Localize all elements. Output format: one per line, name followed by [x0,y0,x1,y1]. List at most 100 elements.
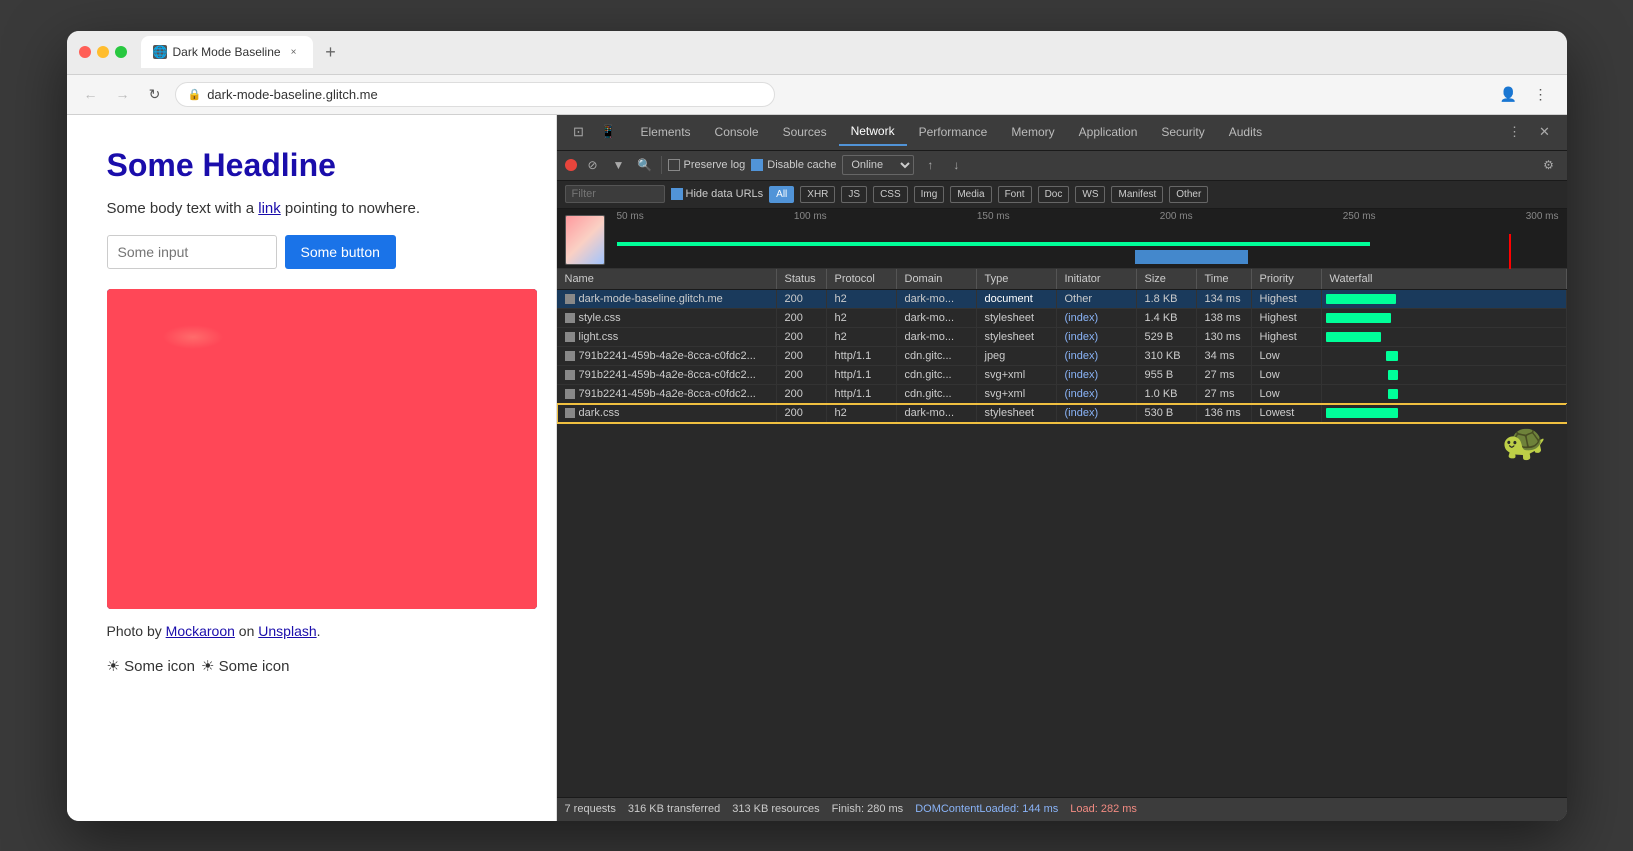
table-header: Name Status Protocol Domain Type Initiat… [557,269,1567,290]
devtools-tab-actions: ⋮ ✕ [1501,118,1559,146]
td-initiator: Other [1057,290,1137,308]
filter-doc[interactable]: Doc [1038,186,1070,203]
td-priority: Lowest [1252,404,1322,422]
preserve-log-checkbox[interactable] [668,159,680,171]
toolbar-divider-1 [661,156,662,174]
devtools-cursor-icon[interactable]: ⊡ [565,118,593,146]
td-initiator[interactable]: (index) [1057,366,1137,384]
td-initiator[interactable]: (index) [1057,328,1137,346]
status-finish: Finish: 280 ms [832,803,904,815]
page-icons: ☀ Some icon ☀ Some icon [107,657,516,675]
tab-bar: 🌐 Dark Mode Baseline × + [141,36,1555,68]
webpage: Some Headline Some body text with a link… [67,115,557,821]
table-row[interactable]: style.css 200 h2 dark-mo... stylesheet (… [557,309,1567,328]
page-button[interactable]: Some button [285,235,396,269]
menu-icon[interactable]: ⋮ [1527,80,1555,108]
time-200: 200 ms [1160,211,1193,227]
caption-link-mockaroon[interactable]: Mockaroon [166,623,235,639]
disable-cache-label[interactable]: Disable cache [751,159,836,171]
tab-sources[interactable]: Sources [771,119,839,145]
hide-data-urls-checkbox[interactable] [671,188,683,200]
devtools-panel: ⊡ 📱 Elements Console Sources Network Per… [557,115,1567,821]
status-load: Load: 282 ms [1070,803,1137,815]
timeline-green-bar [617,242,1371,246]
tab-memory[interactable]: Memory [999,119,1066,145]
table-row[interactable]: 791b2241-459b-4a2e-8cca-c0fdc2... 200 ht… [557,366,1567,385]
table-row[interactable]: 791b2241-459b-4a2e-8cca-c0fdc2... 200 ht… [557,347,1567,366]
back-button[interactable]: ← [79,82,103,106]
caption-link-unsplash[interactable]: Unsplash [258,623,316,639]
tab-elements[interactable]: Elements [629,119,703,145]
td-protocol: h2 [827,290,897,308]
filter-xhr[interactable]: XHR [800,186,835,203]
devtools-close-icon[interactable]: ✕ [1531,118,1559,146]
td-size: 1.0 KB [1137,385,1197,403]
td-initiator[interactable]: (index) [1057,347,1137,365]
tab-console[interactable]: Console [703,119,771,145]
settings-icon[interactable]: ⚙ [1539,155,1559,175]
body-link[interactable]: link [258,200,281,217]
filter-font[interactable]: Font [998,186,1032,203]
tab-performance[interactable]: Performance [907,119,1000,145]
caption-pre: Photo by [107,623,166,639]
td-initiator[interactable]: (index) [1057,309,1137,327]
upload-icon[interactable]: ↑ [920,155,940,175]
forward-button[interactable]: → [111,82,135,106]
filter-input[interactable] [565,185,665,203]
page-input[interactable] [107,235,277,269]
filter-img[interactable]: Img [914,186,945,203]
devtools-mobile-icon[interactable]: 📱 [595,118,623,146]
table-row[interactable]: dark-mode-baseline.glitch.me 200 h2 dark… [557,290,1567,309]
filter-js[interactable]: JS [841,186,867,203]
tab-network[interactable]: Network [839,118,907,146]
devtools-more-icon[interactable]: ⋮ [1501,118,1529,146]
profile-icon[interactable]: 👤 [1495,80,1523,108]
time-300: 300 ms [1526,211,1559,227]
td-time: 27 ms [1197,385,1252,403]
tab-application[interactable]: Application [1067,119,1150,145]
td-domain: cdn.gitc... [897,347,977,365]
td-status: 200 [777,290,827,308]
new-tab-button[interactable]: + [317,38,345,66]
close-button[interactable] [79,46,91,58]
hide-data-urls-label[interactable]: Hide data URLs [671,188,764,200]
filter-manifest[interactable]: Manifest [1111,186,1163,203]
table-row[interactable]: 791b2241-459b-4a2e-8cca-c0fdc2... 200 ht… [557,385,1567,404]
active-tab[interactable]: 🌐 Dark Mode Baseline × [141,36,313,68]
filter-ws[interactable]: WS [1075,186,1105,203]
download-icon[interactable]: ↓ [946,155,966,175]
tab-close-button[interactable]: × [287,45,301,59]
td-domain: dark-mo... [897,309,977,327]
filter-media[interactable]: Media [950,186,991,203]
td-status: 200 [777,309,827,327]
filter-css[interactable]: CSS [873,186,908,203]
devtools-topbar: ⊡ 📱 Elements Console Sources Network Per… [557,115,1567,151]
td-initiator[interactable]: (index) [1057,385,1137,403]
time-150: 150 ms [977,211,1010,227]
input-row: Some button [107,235,516,269]
table-row[interactable]: dark.css 200 h2 dark-mo... stylesheet (i… [557,404,1567,423]
table-row[interactable]: light.css 200 h2 dark-mo... stylesheet (… [557,328,1567,347]
tab-audits[interactable]: Audits [1217,119,1274,145]
record-button[interactable] [565,159,577,171]
filter-all[interactable]: All [769,186,794,203]
time-250: 250 ms [1343,211,1376,227]
tab-security[interactable]: Security [1149,119,1216,145]
td-initiator[interactable]: (index) [1057,404,1137,422]
reload-button[interactable]: ↻ [143,82,167,106]
td-domain: dark-mo... [897,328,977,346]
timeline-thumbnail [565,215,605,265]
filter-icon[interactable]: ▼ [609,155,629,175]
td-status: 200 [777,366,827,384]
disable-cache-checkbox[interactable] [751,159,763,171]
throttle-select[interactable]: Online Fast 3G Slow 3G Offline [842,155,914,175]
filter-other[interactable]: Other [1169,186,1208,203]
fullscreen-button[interactable] [115,46,127,58]
clear-button[interactable]: ⊘ [583,155,603,175]
preserve-log-label[interactable]: Preserve log [668,159,746,171]
th-priority: Priority [1252,269,1322,289]
url-bar[interactable]: 🔒 dark-mode-baseline.glitch.me [175,82,775,107]
dt-toolbar: ⊘ ▼ 🔍 Preserve log Disable cache Online … [557,151,1567,181]
search-icon[interactable]: 🔍 [635,155,655,175]
minimize-button[interactable] [97,46,109,58]
